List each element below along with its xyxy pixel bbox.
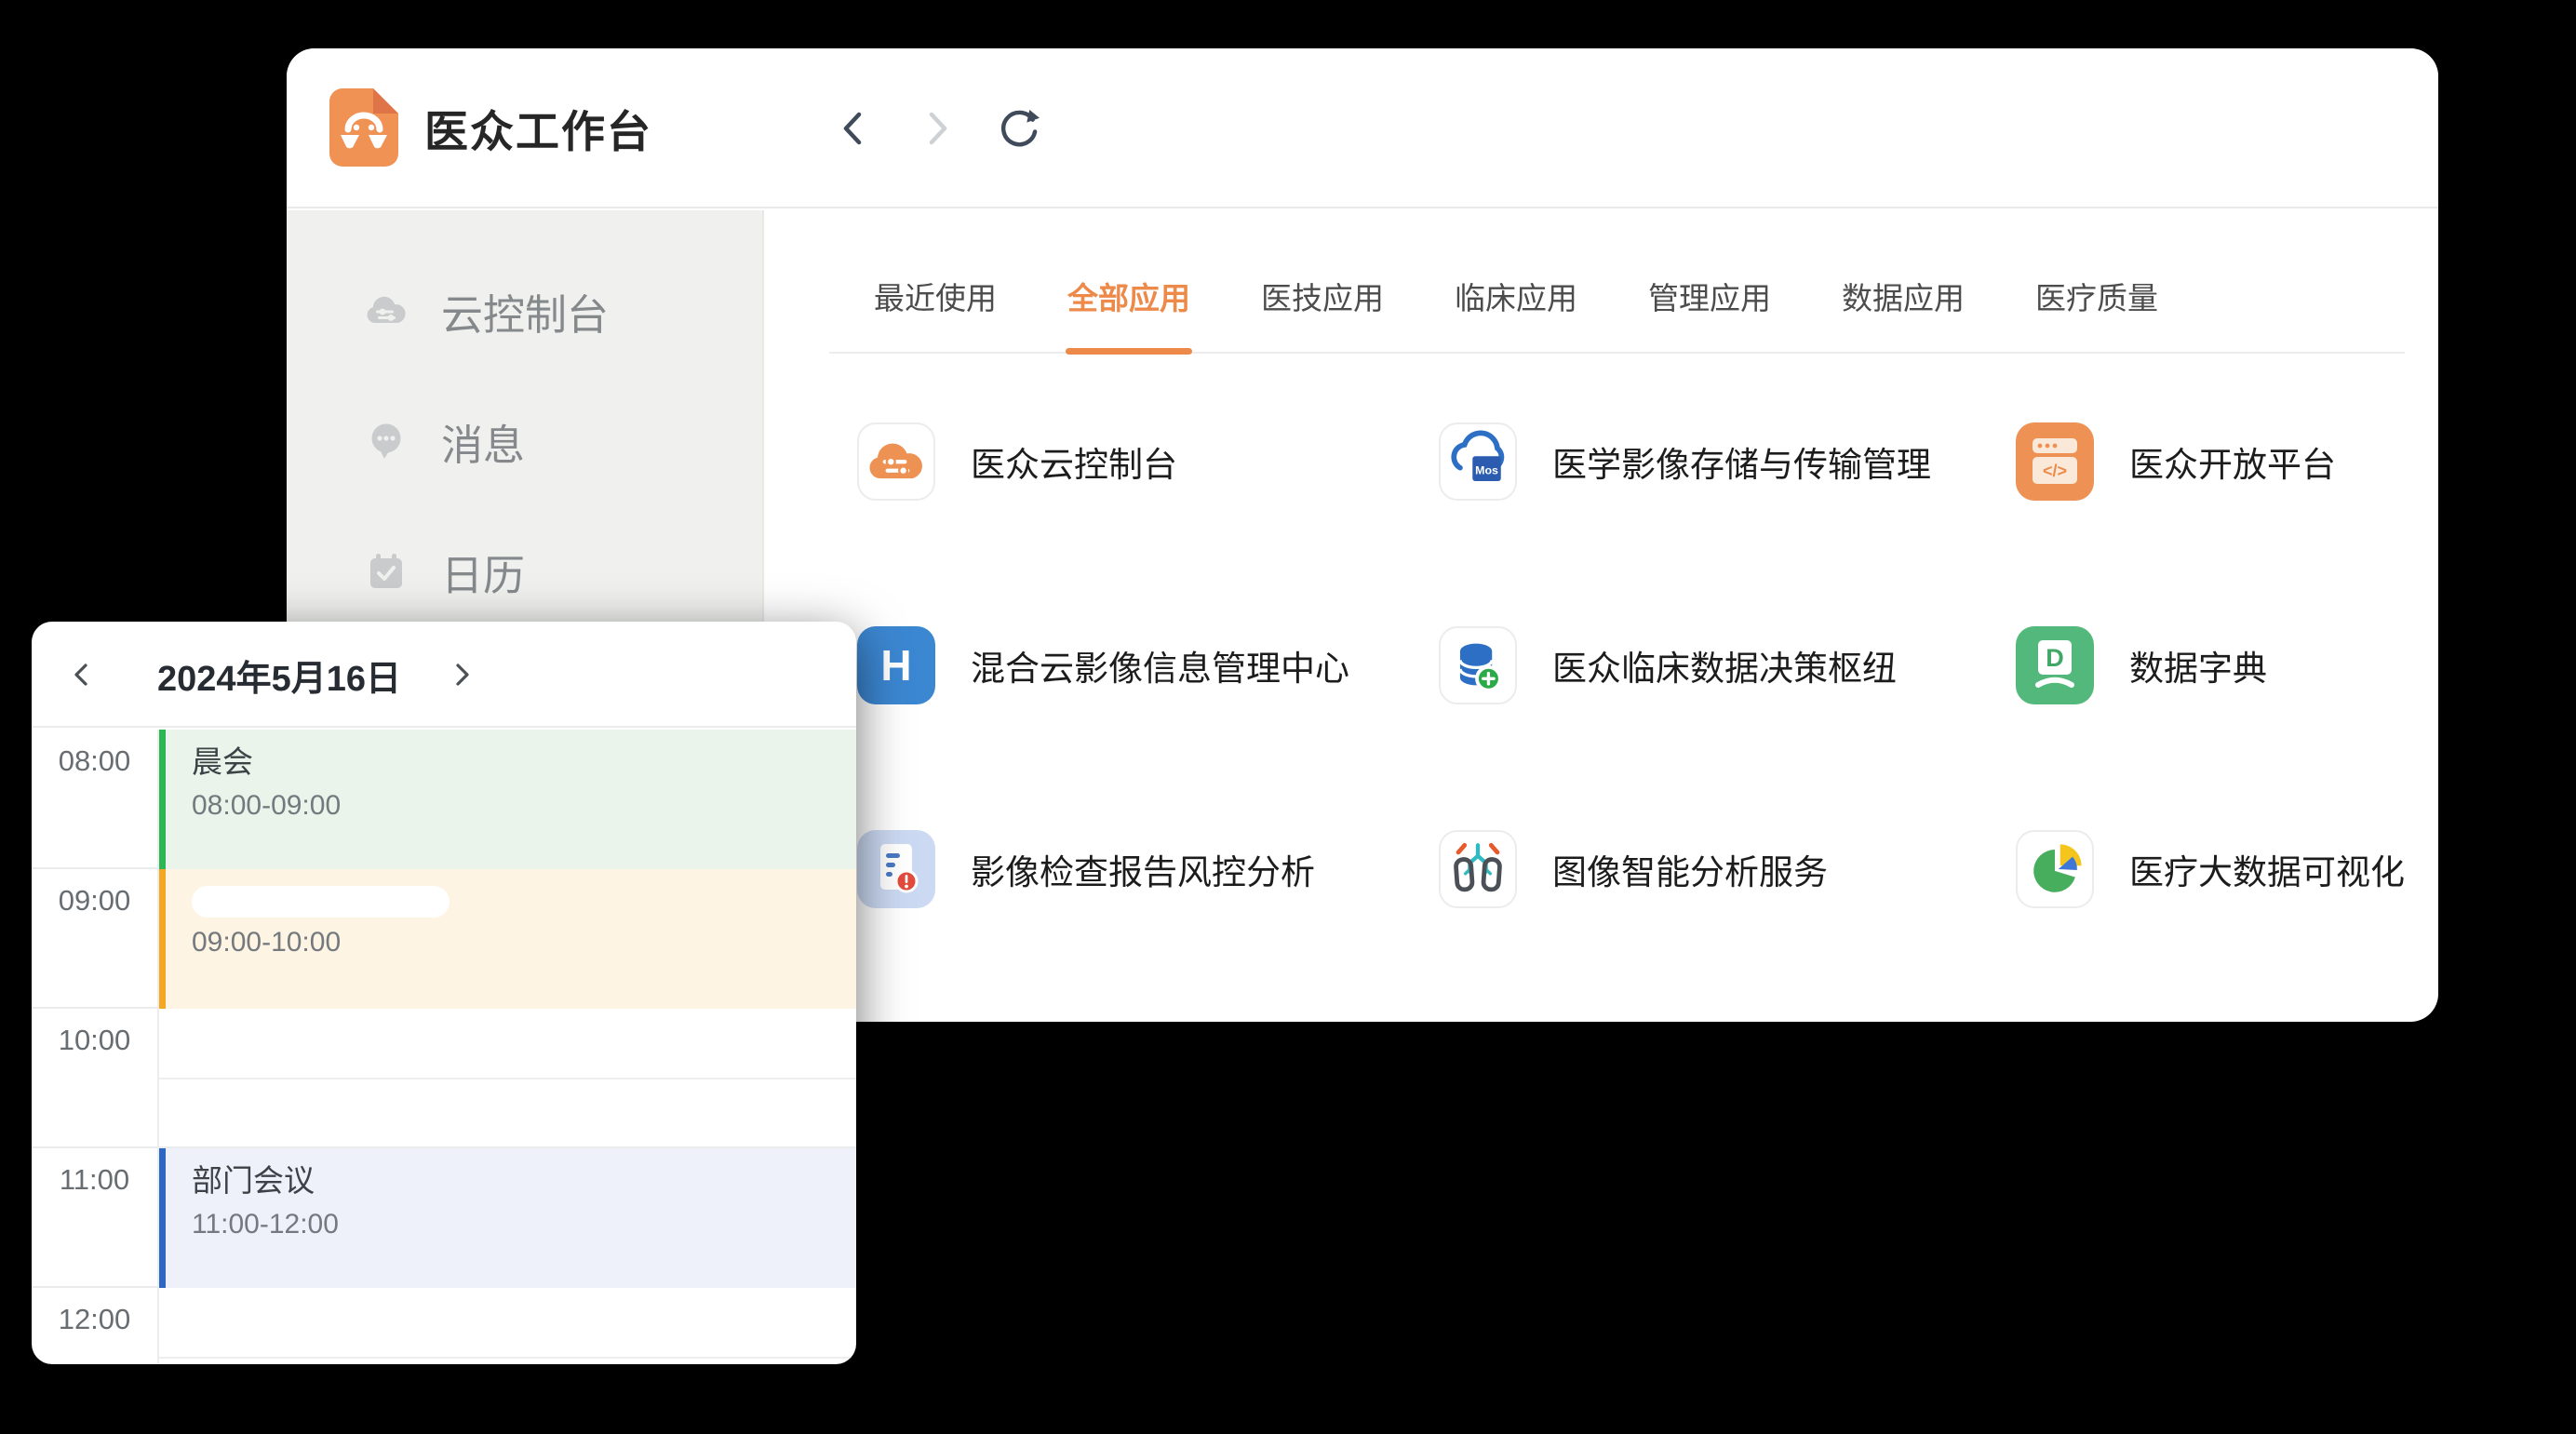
tab-medtech[interactable]: 医技应用 [1259, 274, 1386, 352]
titlebar: 医众工作台 [287, 48, 2438, 208]
app-label: 影像检查报告风控分析 [971, 844, 1315, 894]
pie-chart-icon [2016, 830, 2094, 908]
hour-slot: 09:00-10:00 [159, 869, 856, 1009]
sidebar-item-label: 日历 [441, 542, 525, 602]
browser-nav [830, 48, 1042, 208]
chevron-right-icon [448, 661, 476, 689]
hour-row-10: 10:00 [32, 1009, 856, 1148]
hour-slot [159, 1009, 856, 1148]
tab-quality[interactable]: 医疗质量 [2033, 274, 2160, 352]
blue-cloud-mos-icon: Mos [1439, 422, 1517, 501]
app-label: 数据字典 [2129, 640, 2267, 690]
hour-slot: 晨会 08:00-09:00 [159, 730, 856, 869]
green-dictionary-icon: D [2016, 626, 2094, 704]
svg-text:</>: </> [2043, 462, 2067, 480]
app-bigdata-viz[interactable]: 医疗大数据可视化 [1988, 830, 2405, 908]
app-data-dictionary[interactable]: D 数据字典 [1988, 626, 2405, 704]
refresh-button[interactable] [994, 104, 1042, 153]
app-clinical-data-hub[interactable]: 医众临床数据决策枢纽 [1411, 626, 1988, 704]
event-time: 09:00-10:00 [192, 927, 856, 958]
hour-label: 09:00 [32, 869, 159, 1009]
app-cloud-console[interactable]: 医众云控制台 [829, 422, 1411, 501]
calendar-header: 2024年5月16日 [32, 622, 856, 728]
hour-label: 12:00 [32, 1288, 159, 1364]
calendar-day-grid: 08:00 晨会 08:00-09:00 09:00 09:00-10:00 [32, 730, 856, 1364]
hour-label: 11:00 [32, 1148, 159, 1288]
content-area: 最近使用 全部应用 医技应用 临床应用 管理应用 数据应用 医疗质量 [764, 210, 2438, 1022]
calendar-next-button[interactable] [434, 622, 490, 728]
cloud-settings-icon [365, 289, 408, 332]
sidebar-item-cloud-console[interactable]: 云控制台 [287, 281, 762, 341]
chevron-left-icon [834, 108, 875, 149]
app-label: 医众开放平台 [2129, 436, 2336, 487]
sidebar-item-label: 云控制台 [441, 281, 609, 342]
app-risk-analysis[interactable]: 影像检查报告风控分析 [829, 830, 1411, 908]
app-hybrid-imaging[interactable]: H 混合云影像信息管理中心 [829, 626, 1411, 704]
refresh-icon [997, 107, 1040, 151]
app-label: 医疗大数据可视化 [2129, 844, 2405, 894]
event-title: 晨会 [192, 743, 856, 781]
calendar-check-icon [365, 550, 408, 593]
database-plus-icon [1439, 626, 1517, 704]
app-label: 医学影像存储与传输管理 [1552, 436, 1931, 487]
app-title: 医众工作台 [424, 96, 652, 160]
tab-data[interactable]: 数据应用 [1840, 274, 1966, 352]
back-button[interactable] [830, 104, 879, 153]
app-label: 图像智能分析服务 [1552, 844, 1828, 894]
hour-label: 08:00 [32, 730, 159, 869]
event-time: 11:00-12:00 [192, 1209, 856, 1240]
hour-slot [159, 1288, 856, 1364]
app-label: 混合云影像信息管理中心 [971, 640, 1349, 690]
app-logo-icon [329, 88, 398, 167]
orange-cloud-sliders-icon [857, 422, 935, 501]
calendar-event-department-meeting[interactable]: 部门会议 11:00-12:00 [159, 1148, 856, 1288]
hour-row-08: 08:00 晨会 08:00-09:00 [32, 730, 856, 869]
calendar-event-morning-meeting[interactable]: 晨会 08:00-09:00 [159, 730, 856, 869]
tab-management[interactable]: 管理应用 [1646, 274, 1773, 352]
tab-all-apps[interactable]: 全部应用 [1066, 274, 1192, 352]
calendar-date: 2024年5月16日 [130, 622, 428, 728]
chat-bubble-icon [365, 420, 408, 462]
report-alert-icon [857, 830, 935, 908]
app-image-ai[interactable]: 图像智能分析服务 [1411, 830, 1988, 908]
hour-row-12: 12:00 [32, 1288, 856, 1364]
app-label: 医众云控制台 [971, 436, 1177, 487]
app-image-storage[interactable]: Mos 医学影像存储与传输管理 [1411, 422, 1988, 501]
sidebar-item-label: 消息 [441, 411, 525, 472]
event-title: 部门会议 [192, 1161, 856, 1199]
code-window-icon: </> [2016, 422, 2094, 501]
hour-row-09: 09:00 09:00-10:00 [32, 869, 856, 1009]
desktop-background: 医众工作台 [0, 0, 2576, 1434]
event-title-masked [192, 886, 449, 918]
hour-row-11: 11:00 部门会议 11:00-12:00 [32, 1148, 856, 1288]
tab-clinical[interactable]: 临床应用 [1453, 274, 1579, 352]
app-grid: 医众云控制台 Mos 医学影像存储与传输管理 [829, 422, 2405, 1022]
forward-button[interactable] [912, 104, 960, 153]
app-label: 医众临床数据决策枢纽 [1552, 640, 1897, 690]
calendar-event-masked[interactable]: 09:00-10:00 [159, 869, 856, 1009]
chevron-right-icon [916, 108, 957, 149]
blue-h-icon: H [857, 626, 935, 704]
sidebar-item-calendar[interactable]: 日历 [287, 542, 762, 601]
chevron-left-icon [68, 661, 96, 689]
app-category-tabs: 最近使用 全部应用 医技应用 临床应用 管理应用 数据应用 医疗质量 [829, 253, 2405, 354]
hour-slot: 部门会议 11:00-12:00 [159, 1148, 856, 1288]
svg-text:Mos: Mos [1475, 463, 1498, 476]
svg-text:H: H [880, 641, 911, 690]
event-time: 08:00-09:00 [192, 790, 856, 822]
calendar-panel: 2024年5月16日 08:00 晨会 08:00-09:00 09:00 [32, 622, 856, 1364]
calendar-prev-button[interactable] [54, 622, 110, 728]
hour-label: 10:00 [32, 1009, 159, 1148]
tab-recent[interactable]: 最近使用 [872, 274, 999, 352]
svg-text:D: D [2046, 644, 2064, 672]
sidebar-item-messages[interactable]: 消息 [287, 411, 762, 471]
app-open-platform[interactable]: </> 医众开放平台 [1988, 422, 2405, 501]
lungs-scan-icon [1439, 830, 1517, 908]
